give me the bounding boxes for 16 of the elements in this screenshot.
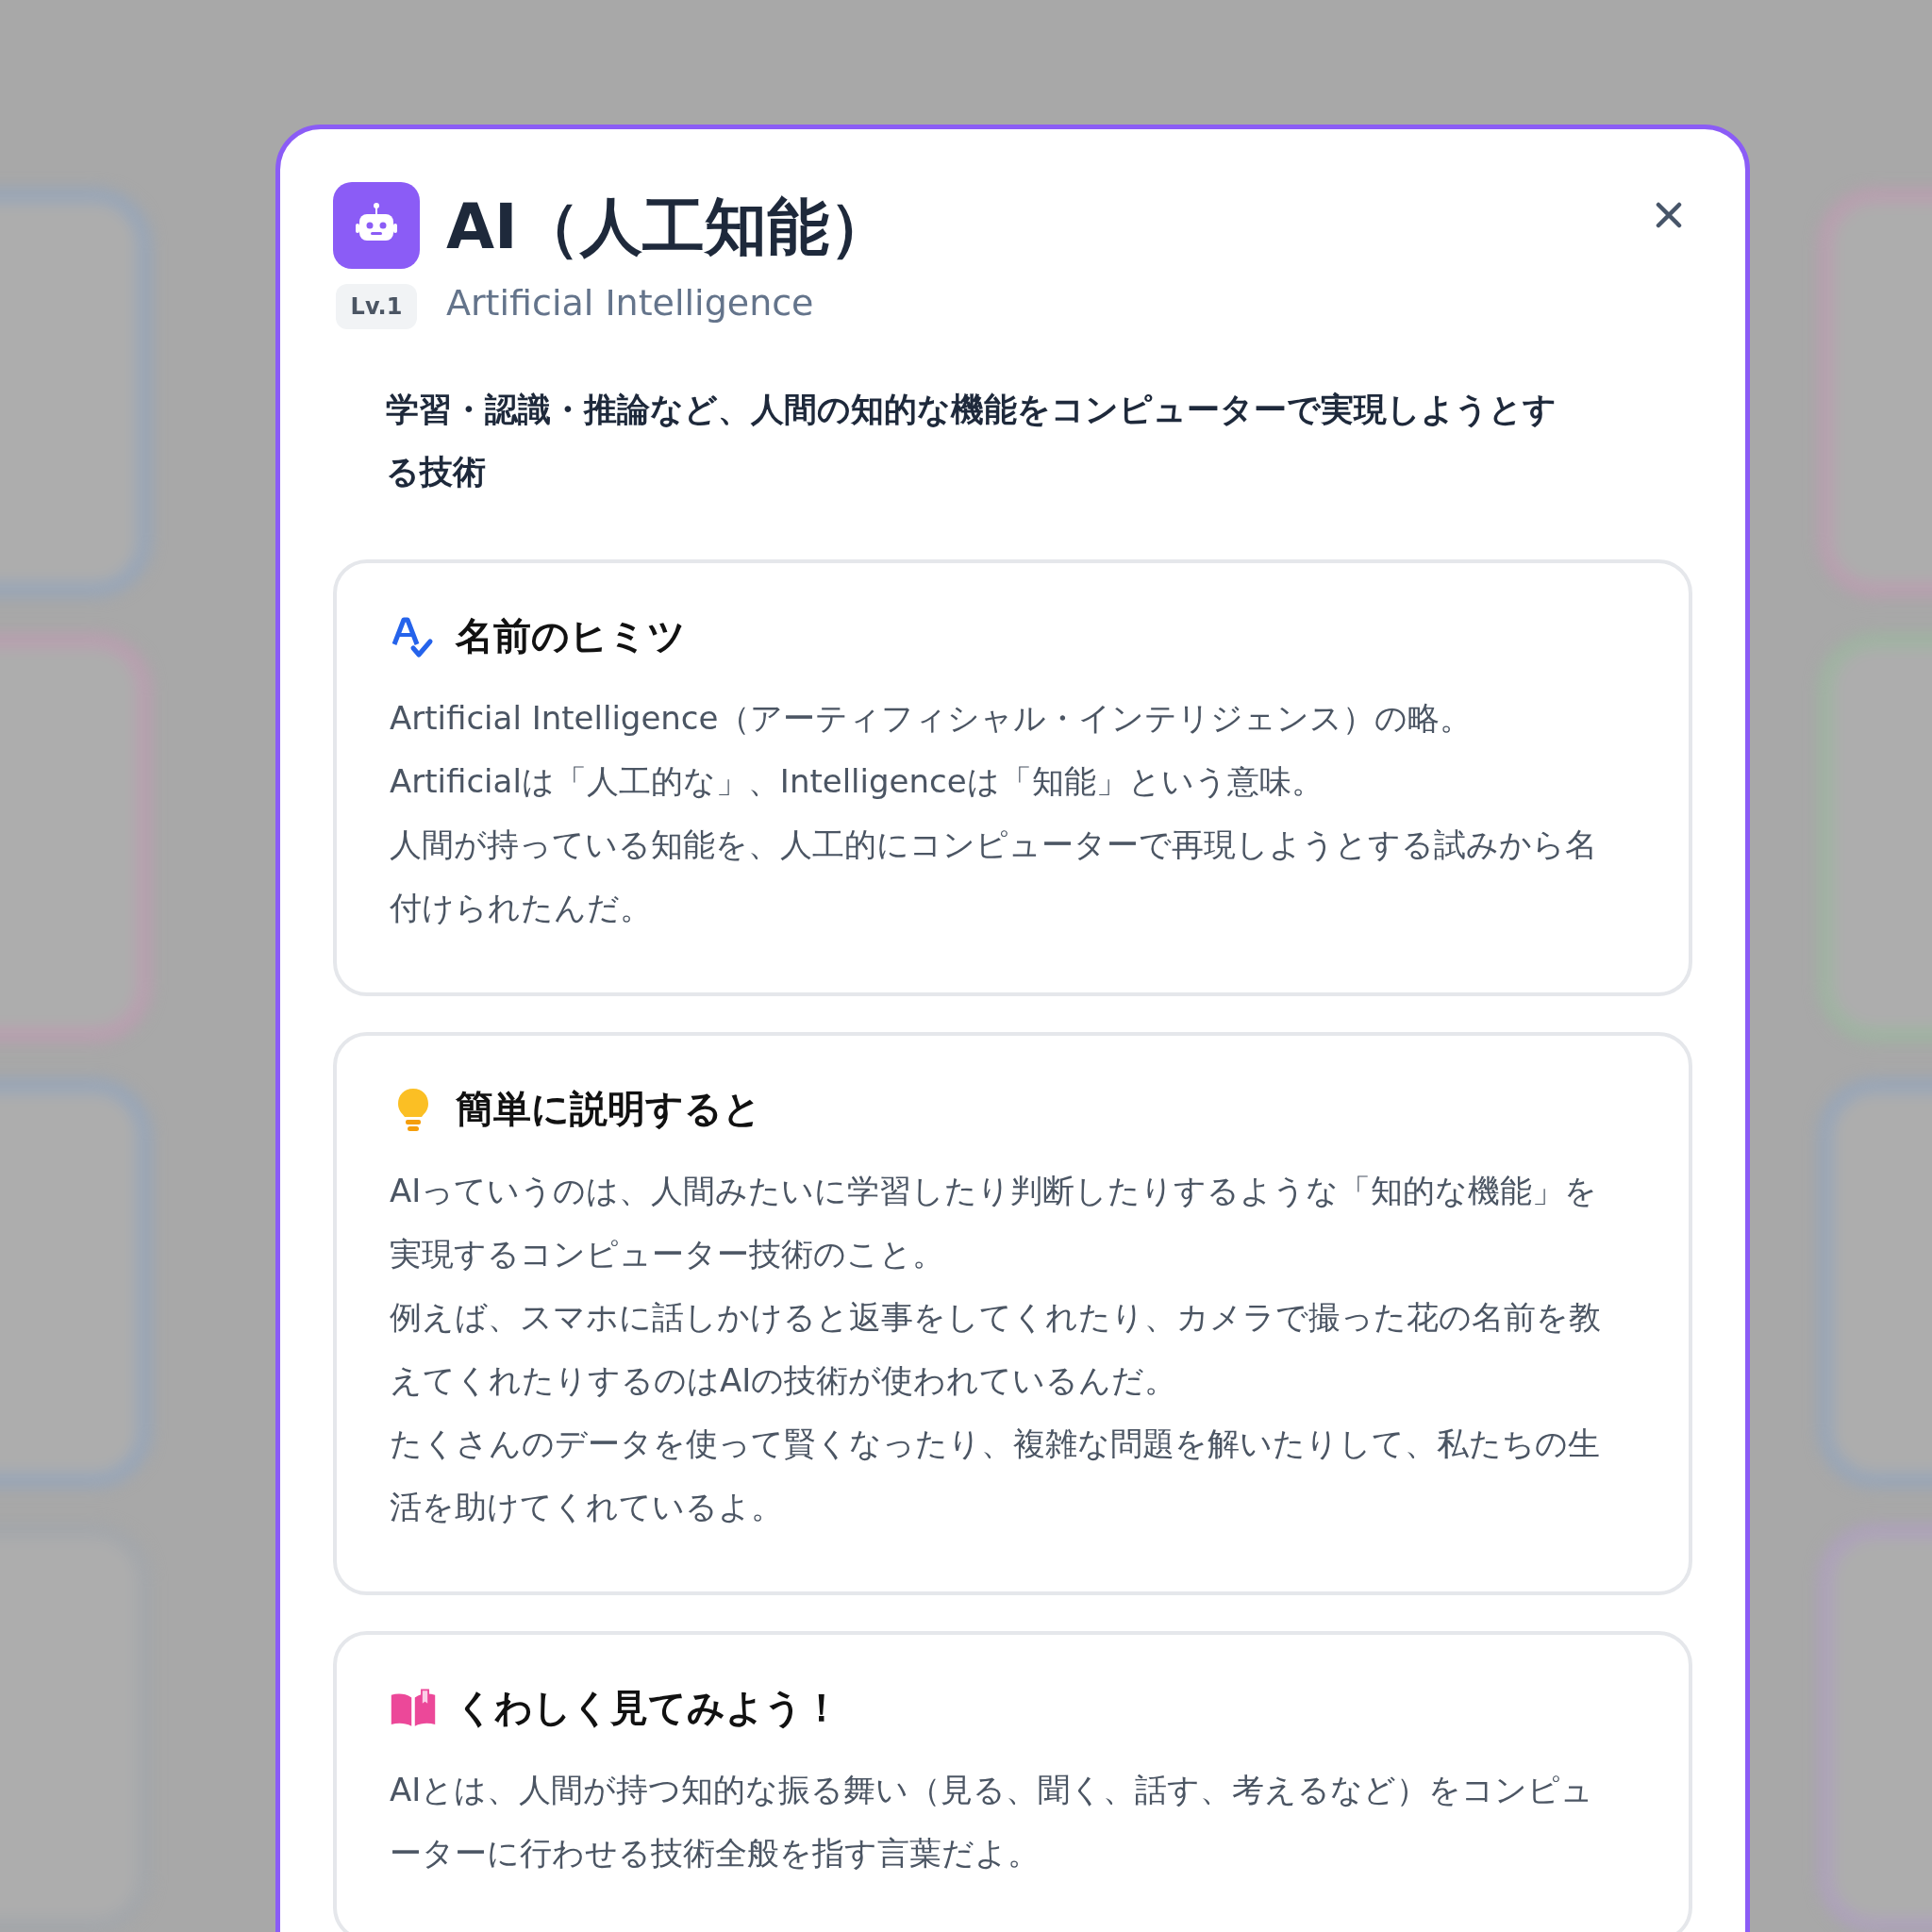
description: 学習・認識・推論など、人間の知的な機能をコンピューターで実現しようとする技術 <box>386 390 1557 492</box>
level-badge: Lv.1 <box>335 284 418 329</box>
robot-icon <box>333 182 420 269</box>
close-icon <box>1655 201 1683 229</box>
section-heading: 簡単に説明すると <box>456 1086 761 1132</box>
section-heading: くわしく見てみよう！ <box>456 1685 841 1731</box>
section-text: Artificialは「人工的な」、Intelligenceは「知能」という意味。 <box>390 761 1324 802</box>
section-text: たくさんのデータを使って賢くなったり、複雑な問題を解いたりして、私たちの生活を助けてくれているよ。 <box>390 1424 1601 1527</box>
section-text: Artificial Intelligence（アーティフィシャル・インテリジェンス）の略。 <box>390 698 1474 739</box>
section-text: 人間が持っている知能を、人工的にコンピューターで再現しようとする試みから名付けられたんだ。 <box>390 824 1598 928</box>
subtitle: Artificial Intelligence <box>446 282 815 324</box>
section-heading: 名前のヒミツ <box>456 613 686 659</box>
section-text: 例えば、スマホに話しかけると返事をしてくれたり、カメラで撮った花の名前を教えてくれたりするのはAIの技術が使われているんだ。 <box>390 1297 1602 1401</box>
modal-title: AI（人工知能） <box>446 190 892 265</box>
section-text: AIっていうのは、人間みたいに学習したり判断したりするような「知的な機能」を実現するコンピューター技術のこと。 <box>390 1171 1599 1274</box>
section-text: AIとは、人間が持つ知的な振る舞い（見る、聞く、話す、考えるなど）をコンピューターに行わせる技術全般を指す言葉だよ。 <box>390 1770 1595 1874</box>
